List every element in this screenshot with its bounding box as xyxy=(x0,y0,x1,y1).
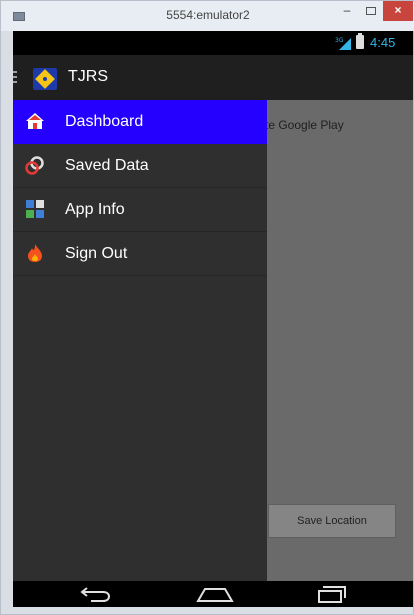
drawer-item-sign-out[interactable]: Sign Out xyxy=(13,232,267,276)
window-titlebar: 5554:emulator2 – × xyxy=(1,1,414,31)
back-icon[interactable] xyxy=(77,584,113,604)
content-partial-text: te Google Play xyxy=(265,118,344,132)
drawer-item-label: Dashboard xyxy=(65,113,144,130)
app-info-icon xyxy=(26,200,44,218)
device-screen: 3G 4:45 TJRS te Google Play Save Locatio… xyxy=(13,31,413,607)
home-icon xyxy=(26,113,44,129)
navigation-drawer: Dashboard Saved Data App Info Sign Out xyxy=(13,100,267,581)
battery-icon xyxy=(356,33,364,49)
drawer-item-saved-data[interactable]: Saved Data xyxy=(13,144,267,188)
home-nav-icon[interactable] xyxy=(195,584,235,604)
close-button[interactable]: × xyxy=(383,1,413,21)
network-type-label: 3G xyxy=(335,37,344,44)
android-nav-bar xyxy=(13,581,413,607)
app-title[interactable]: TJRS xyxy=(68,68,108,86)
status-bar: 3G 4:45 xyxy=(13,31,413,55)
sign-out-icon xyxy=(28,244,42,262)
saved-data-icon xyxy=(25,156,44,175)
minimize-button[interactable]: – xyxy=(335,1,359,21)
drawer-item-app-info[interactable]: App Info xyxy=(13,188,267,232)
drawer-item-label: Saved Data xyxy=(65,157,149,174)
save-location-button[interactable]: Save Location xyxy=(268,504,396,538)
emulator-window: 5554:emulator2 – × 3G 4:45 TJRS te Googl… xyxy=(0,0,414,615)
maximize-button[interactable] xyxy=(359,1,383,21)
drawer-item-label: App Info xyxy=(65,201,125,218)
action-bar: TJRS xyxy=(13,55,413,100)
app-logo-icon[interactable] xyxy=(33,68,57,90)
status-clock: 4:45 xyxy=(370,35,396,50)
recents-icon[interactable] xyxy=(313,584,349,604)
signal-icon: 3G xyxy=(335,37,351,50)
drawer-item-dashboard[interactable]: Dashboard xyxy=(13,100,267,144)
maximize-icon xyxy=(366,7,376,15)
drawer-indicator-icon[interactable] xyxy=(13,71,17,85)
drawer-item-label: Sign Out xyxy=(65,245,128,262)
